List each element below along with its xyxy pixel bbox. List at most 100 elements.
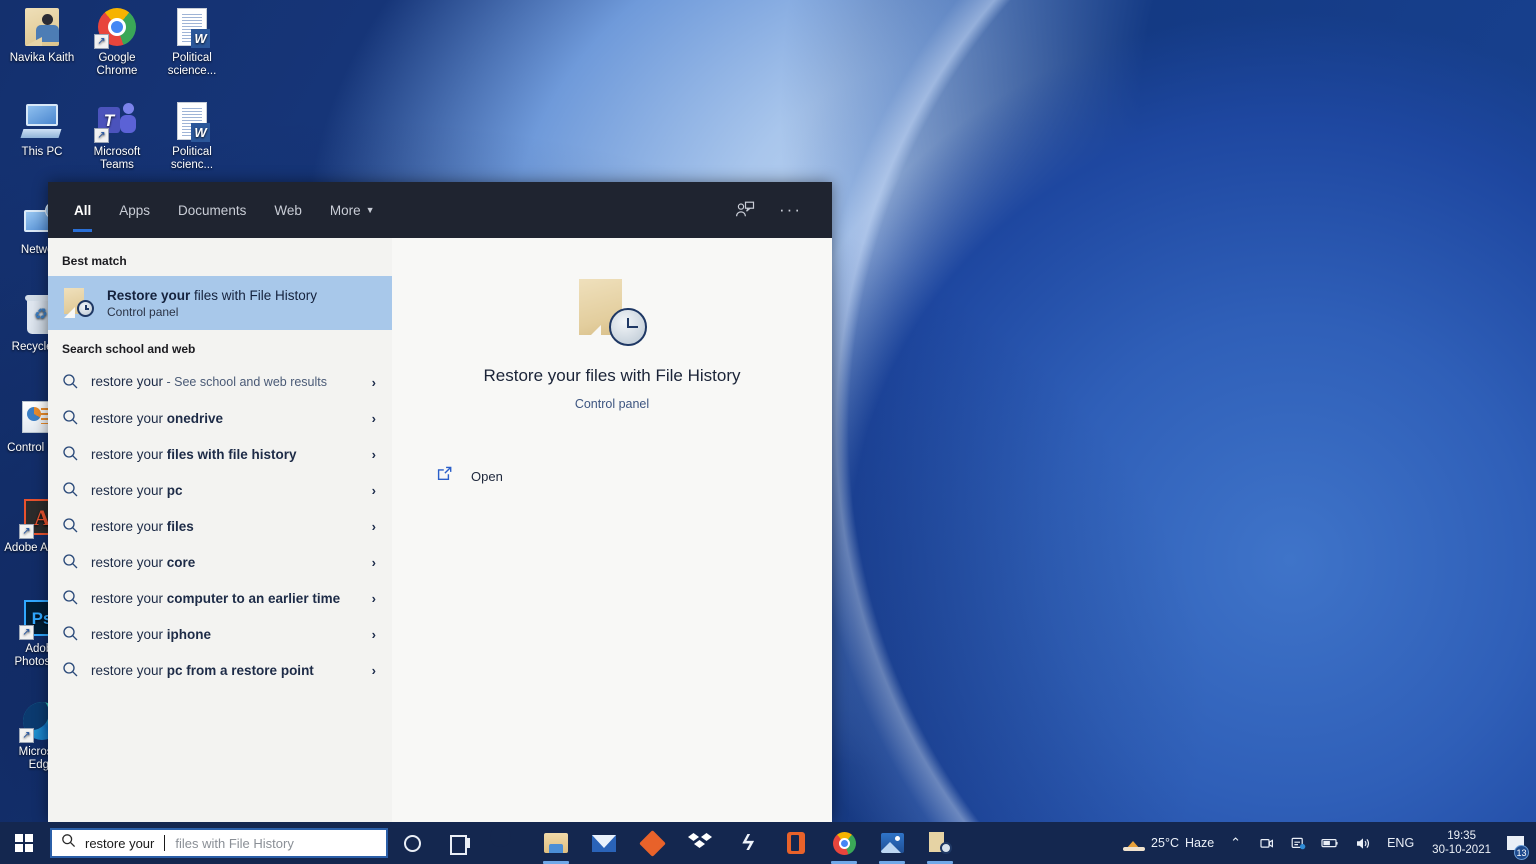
suggestion-list: restore your - See school and web result…: [48, 364, 392, 688]
search-icon: [62, 373, 80, 391]
file-history-button[interactable]: [916, 822, 964, 864]
search-icon: [62, 445, 80, 463]
search-icon: [62, 661, 80, 679]
photos-icon: [880, 831, 904, 855]
edge-icon: [496, 831, 520, 855]
office-button[interactable]: [772, 822, 820, 864]
office-icon: [784, 831, 808, 855]
best-match-header: Best match: [62, 254, 127, 268]
dropbox-icon: [688, 831, 712, 855]
suggestion-text: restore your computer to an earlier time: [91, 590, 341, 606]
suggestion-text: restore your files with file history: [91, 446, 297, 462]
desktop-icon-political-science-2[interactable]: W Political scienc...: [154, 100, 230, 172]
show-hidden-icons-button[interactable]: ⌃: [1221, 822, 1250, 864]
mail-button[interactable]: [580, 822, 628, 864]
weather-condition: Haze: [1184, 836, 1215, 850]
system-tray: 25°C Haze ⌃ ENG 19:35 30-10-2021 13: [1116, 822, 1536, 864]
clock-time: 19:35: [1447, 830, 1476, 842]
file-history-icon: [577, 278, 647, 348]
desktop-icon-label: Google Chrome: [96, 52, 138, 77]
task-view-icon: [448, 831, 472, 855]
best-match-title: Restore your files with File History: [107, 287, 318, 303]
clock-and-date[interactable]: 19:35 30-10-2021: [1423, 822, 1500, 864]
best-match-result[interactable]: Restore your files with File History Con…: [48, 276, 392, 330]
volume-icon[interactable]: [1346, 822, 1378, 864]
open-action-label: Open: [471, 468, 503, 484]
haze-weather-icon: [1123, 835, 1146, 851]
clock-date: 30-10-2021: [1432, 844, 1491, 856]
tab-documents[interactable]: Documents: [164, 185, 260, 235]
search-icon: [62, 589, 80, 607]
suggestion-text: restore your pc from a restore point: [91, 662, 314, 678]
chevron-right-icon: ›: [371, 518, 376, 534]
suggestion-row[interactable]: restore your pc ›: [48, 472, 392, 508]
desktop-icon-label: Political science...: [167, 52, 217, 77]
dropbox-button[interactable]: [676, 822, 724, 864]
diamond-app-button[interactable]: [628, 822, 676, 864]
shortcut-arrow-icon: ↗: [19, 728, 34, 743]
tab-all[interactable]: All: [60, 185, 105, 235]
chevron-right-icon: ›: [371, 446, 376, 462]
suggestion-row[interactable]: restore your files with file history ›: [48, 436, 392, 472]
suggestion-text: restore your onedrive: [91, 410, 224, 426]
search-autocomplete-ghost: files with File History: [175, 835, 294, 851]
chevron-right-icon: ›: [371, 482, 376, 498]
desktop-icon-political-science-1[interactable]: W Political science...: [154, 6, 230, 78]
search-results-list[interactable]: Best match Restore your files with File …: [48, 238, 392, 822]
language-indicator[interactable]: ENG: [1378, 822, 1423, 864]
tab-more[interactable]: More ▼: [316, 185, 389, 235]
suggestion-row[interactable]: restore your onedrive ›: [48, 400, 392, 436]
camera-privacy-icon[interactable]: [1250, 822, 1282, 864]
text-cursor: [164, 835, 166, 851]
search-icon: [62, 553, 80, 571]
desktop-icon-microsoft-teams[interactable]: T ↗ Microsoft Teams: [79, 100, 155, 172]
preview-title: Restore your files with File History: [483, 366, 741, 385]
lightning-bolt-icon: ϟ: [742, 830, 754, 855]
file-explorer-icon: [544, 831, 568, 855]
word-document-icon: W: [171, 6, 213, 48]
suggestion-row[interactable]: restore your iphone ›: [48, 616, 392, 652]
file-history-icon: [62, 287, 94, 319]
task-view-button[interactable]: [436, 822, 484, 864]
suggestion-row[interactable]: restore your computer to an earlier time…: [48, 580, 392, 616]
feedback-icon[interactable]: [723, 194, 767, 226]
tab-apps[interactable]: Apps: [105, 185, 164, 235]
battery-icon[interactable]: [1314, 822, 1346, 864]
open-action-button[interactable]: Open: [436, 457, 788, 495]
mail-icon: [592, 831, 616, 855]
notification-center-button[interactable]: 13: [1500, 822, 1530, 864]
bolt-app-button[interactable]: ϟ: [724, 822, 772, 864]
desktop-icon-label: Navika Kaith: [9, 52, 75, 64]
web-section-header: Search school and web: [62, 342, 196, 356]
start-button[interactable]: [0, 822, 48, 864]
search-icon: [62, 409, 80, 427]
search-flyout-panel: All Apps Documents Web More ▼ ··· Best m…: [48, 182, 832, 822]
cortana-button[interactable]: [388, 822, 436, 864]
edge-button[interactable]: [484, 822, 532, 864]
suggestion-row[interactable]: restore your core ›: [48, 544, 392, 580]
search-typed-text: restore your: [85, 835, 155, 851]
user-folder-icon: [21, 6, 63, 48]
desktop-icon-navika-kaith[interactable]: Navika Kaith: [4, 6, 80, 65]
desktop-icon-this-pc[interactable]: This PC: [4, 100, 80, 159]
more-options-icon[interactable]: ···: [767, 194, 814, 226]
shortcut-arrow-icon: ↗: [94, 34, 109, 49]
suggestion-row[interactable]: restore your files ›: [48, 508, 392, 544]
suggestion-row[interactable]: restore your pc from a restore point ›: [48, 652, 392, 688]
chevron-right-icon: ›: [371, 410, 376, 426]
chevron-right-icon: ›: [371, 626, 376, 642]
search-panel-header: All Apps Documents Web More ▼ ···: [48, 182, 832, 238]
shortcut-arrow-icon: ↗: [19, 625, 34, 640]
desktop-icon-google-chrome[interactable]: ↗ Google Chrome: [79, 6, 155, 78]
tab-web[interactable]: Web: [260, 185, 316, 235]
weather-temperature: 25°C: [1151, 836, 1179, 850]
weather-widget[interactable]: 25°C Haze: [1116, 822, 1221, 864]
chrome-button[interactable]: [820, 822, 868, 864]
suggestion-row[interactable]: restore your - See school and web result…: [48, 364, 392, 400]
suggestion-text: restore your pc: [91, 482, 183, 498]
shortcut-arrow-icon: ↗: [94, 128, 109, 143]
photos-button[interactable]: [868, 822, 916, 864]
network-icon[interactable]: [1282, 822, 1314, 864]
taskbar-search-input[interactable]: restore your files with File History: [50, 828, 388, 858]
file-explorer-button[interactable]: [532, 822, 580, 864]
